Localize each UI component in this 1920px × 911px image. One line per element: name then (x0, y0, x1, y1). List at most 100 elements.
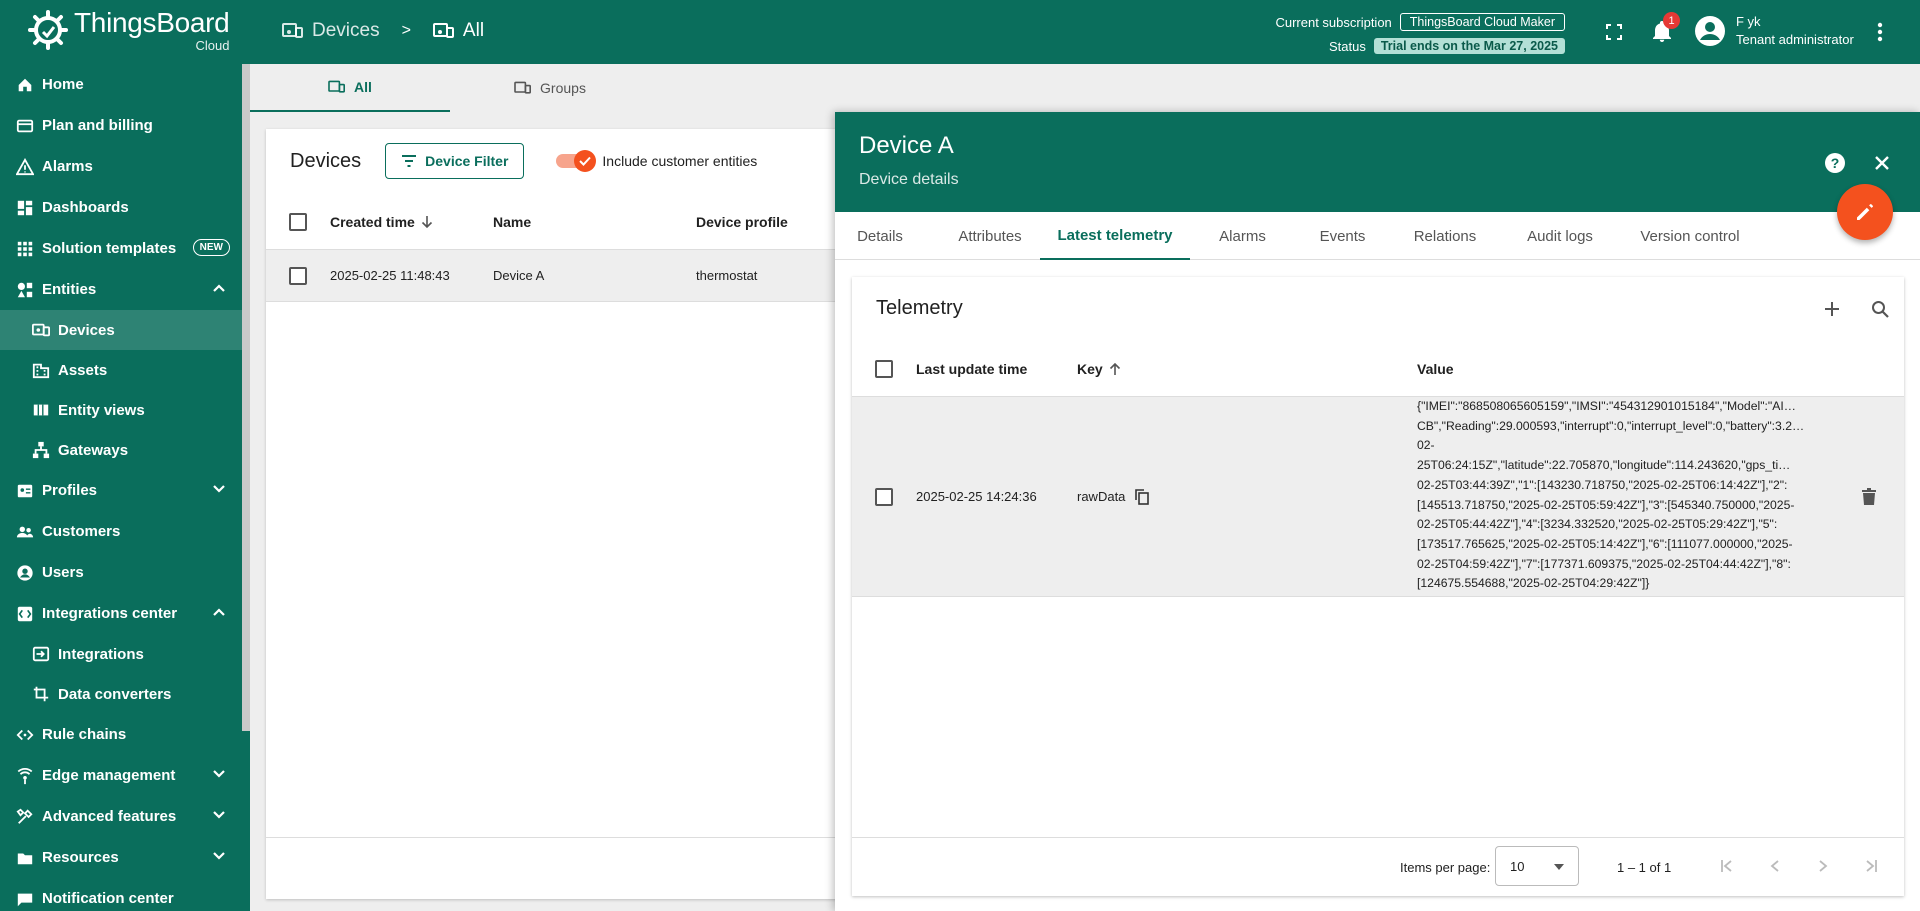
chevron-down-icon[interactable] (212, 482, 226, 496)
add-telemetry-button[interactable] (1818, 295, 1846, 323)
chevron-down-icon[interactable] (212, 767, 226, 781)
sidebar-item-label: Gateways (58, 441, 129, 459)
assets-icon (32, 361, 50, 379)
detail-title: Device A (859, 132, 954, 159)
breadcrumb-all: All (432, 20, 485, 42)
sidebar-item-label: Integrations (58, 645, 144, 663)
chevron-up-icon[interactable] (212, 605, 226, 619)
value-line: {"IMEI":"868508065605159","IMSI":"454312… (1417, 399, 1796, 413)
arrow-down-icon (421, 215, 432, 228)
sidebar-item-solution-templates[interactable]: Solution templates NEW (0, 228, 242, 269)
data-converters-icon (32, 685, 50, 703)
next-page-button[interactable] (1811, 854, 1835, 878)
value-line: 02- (1417, 438, 1435, 453)
previous-page-button[interactable] (1763, 854, 1787, 878)
column-created-time[interactable]: Created time (330, 194, 433, 249)
chevron-up-icon[interactable] (212, 281, 226, 295)
column-name[interactable]: Name (493, 194, 531, 249)
column-created-time-label: Created time (330, 213, 415, 230)
sidebar-item-integrations-center[interactable]: Integrations center (0, 593, 242, 634)
logo[interactable]: ThingsBoard Cloud (26, 8, 230, 52)
sidebar-nav: Home Plan and billing Alarms Dashboards Solu… (0, 64, 250, 911)
sidebar-item-integrations[interactable]: Integrations (0, 634, 242, 674)
close-button[interactable] (1868, 149, 1896, 177)
row-checkbox[interactable] (875, 487, 893, 506)
billing-icon (16, 117, 34, 135)
sidebar-item-assets[interactable]: Assets (0, 350, 242, 390)
sidebar-item-entity-views[interactable]: Entity views (0, 390, 242, 430)
sidebar-item-gateways[interactable]: Gateways (0, 430, 242, 470)
sidebar-item-profiles[interactable]: Profiles (0, 470, 242, 511)
column-key-label: Key (1077, 360, 1103, 377)
device-filter-label: Device Filter (425, 153, 509, 169)
value-line: 02-25T03:44:39Z","1":[143230.718750,"202… (1417, 477, 1788, 492)
sidebar-item-resources[interactable]: Resources (0, 837, 242, 878)
account-circle-icon (1695, 16, 1725, 46)
sidebar-item-entities[interactable]: Entities (0, 269, 242, 310)
sidebar-item-plan-and-billing[interactable]: Plan and billing (0, 105, 242, 146)
paginator: Items per page: 10 1 – 1 of 1 (852, 837, 1904, 896)
column-key[interactable]: Key (1077, 341, 1121, 396)
column-value[interactable]: Value (1417, 341, 1454, 396)
first-page-button[interactable] (1715, 854, 1739, 878)
sidebar-item-devices[interactable]: Devices (0, 310, 242, 350)
devices-title: Devices (290, 149, 362, 172)
sidebar-item-data-converters[interactable]: Data converters (0, 674, 242, 714)
sidebar-item-advanced-features[interactable]: Advanced features (0, 796, 242, 837)
tab-attributes[interactable]: Attributes (935, 212, 1045, 260)
sidebar-item-alarms[interactable]: Alarms (0, 146, 242, 187)
sidebar-item-users[interactable]: Users (0, 552, 242, 593)
tab-alarms[interactable]: Alarms (1190, 212, 1295, 260)
tab-relations[interactable]: Relations (1390, 212, 1500, 260)
column-device-profile[interactable]: Device profile (696, 194, 788, 249)
sidebar-item-dashboards[interactable]: Dashboards (0, 187, 242, 228)
device-filter-button[interactable]: Device Filter (385, 143, 525, 179)
thingsboard-logo-icon (28, 10, 68, 50)
select-all-checkbox[interactable] (875, 359, 893, 378)
tab-latest-telemetry[interactable]: Latest telemetry (1040, 212, 1190, 260)
key-cell: rawData (1077, 397, 1150, 596)
notification-count-badge: 1 (1663, 12, 1680, 29)
chevron-down-icon[interactable] (212, 849, 226, 863)
user-menu[interactable]: F yk Tenant administrator (1694, 13, 1854, 49)
delete-button[interactable] (1862, 397, 1876, 596)
sidebar-item-label: Data converters (58, 685, 172, 703)
last-page-button[interactable] (1859, 854, 1883, 878)
more-menu-button[interactable] (1866, 18, 1894, 46)
chevron-down-icon[interactable] (212, 808, 226, 822)
column-last-update-time[interactable]: Last update time (916, 341, 1027, 396)
notifications-button[interactable]: 1 (1648, 12, 1680, 46)
tab-all[interactable]: All (250, 64, 450, 112)
sidebar-item-label: Devices (58, 321, 115, 339)
tab-audit-logs[interactable]: Audit logs (1500, 212, 1620, 260)
tab-groups[interactable]: Groups (450, 64, 650, 112)
advanced-icon (16, 808, 34, 826)
device-group-icon (514, 81, 532, 94)
sidebar-item-customers[interactable]: Customers (0, 511, 242, 552)
row-checkbox[interactable] (289, 266, 307, 285)
tab-details[interactable]: Details (835, 212, 925, 260)
include-customer-toggle[interactable]: Include customer entities (556, 150, 757, 172)
sidebar-item-notification-center[interactable]: Notification center (0, 878, 242, 911)
more-vert-icon (1877, 22, 1883, 42)
sidebar-item-home[interactable]: Home (0, 64, 242, 105)
copy-icon[interactable] (1135, 488, 1150, 505)
items-per-page-select[interactable]: 10 (1495, 846, 1579, 886)
select-all-checkbox[interactable] (289, 212, 307, 231)
breadcrumb-devices[interactable]: Devices (282, 20, 380, 42)
subscription-badge[interactable]: ThingsBoard Cloud Maker (1399, 13, 1565, 31)
integrations-icon (32, 645, 50, 663)
table-row[interactable]: 2025-02-25 14:24:36 rawData {"IMEI":"868… (852, 397, 1904, 597)
help-button[interactable]: ? (1821, 149, 1849, 177)
sidebar-item-label: Solution templates (42, 240, 177, 257)
breadcrumb-separator: > (401, 22, 411, 39)
value-line: [124675.554688,"2025-02-25T04:29:42Z"]} (1417, 576, 1650, 591)
sidebar-scrollbar[interactable] (242, 64, 250, 731)
search-button[interactable] (1866, 295, 1894, 323)
sidebar-item-edge-management[interactable]: Edge management (0, 755, 242, 796)
fullscreen-button[interactable] (1600, 18, 1628, 46)
tab-events[interactable]: Events (1295, 212, 1390, 260)
breadcrumb-all-label: All (462, 20, 485, 41)
sidebar-item-rule-chains[interactable]: Rule chains (0, 714, 242, 755)
tab-version-control[interactable]: Version control (1620, 212, 1760, 260)
